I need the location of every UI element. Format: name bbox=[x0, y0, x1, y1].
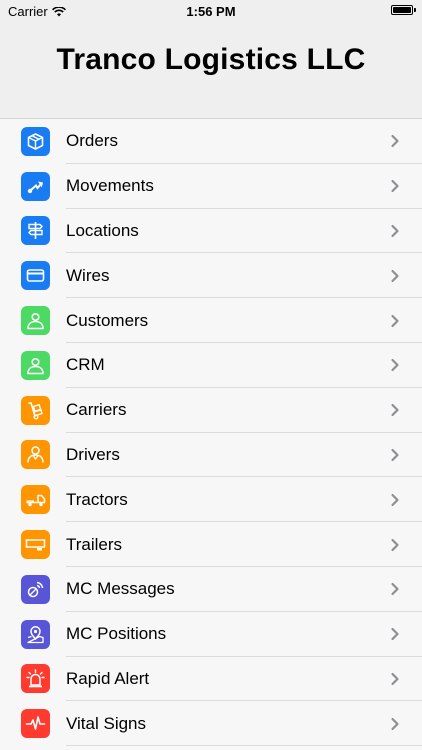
menu-item-label: Trailers bbox=[66, 534, 123, 554]
battery-indicator bbox=[391, 5, 416, 15]
menu-item-label: Movements bbox=[66, 176, 154, 196]
person-icon bbox=[21, 350, 50, 380]
menu-item-label: Vital Signs bbox=[66, 713, 147, 733]
chevron-right-icon bbox=[391, 180, 399, 193]
menu-item-label: Wires bbox=[66, 265, 110, 285]
menu-item-label: Customers bbox=[66, 310, 149, 330]
map-pin-icon bbox=[21, 619, 50, 649]
chevron-right-icon bbox=[391, 135, 399, 148]
menu-item-mc-positions[interactable]: MC Positions bbox=[0, 612, 422, 657]
truck-icon bbox=[21, 485, 50, 515]
chevron-right-icon bbox=[391, 628, 399, 641]
status-time: 1:56 PM bbox=[186, 4, 236, 19]
chevron-right-icon bbox=[391, 269, 399, 282]
menu-item-crm[interactable]: CRM bbox=[0, 343, 422, 388]
menu-item-movements[interactable]: Movements bbox=[0, 164, 422, 209]
satellite-icon bbox=[21, 574, 50, 604]
chevron-right-icon bbox=[391, 224, 399, 238]
menu-item-orders[interactable]: Orders bbox=[0, 119, 422, 164]
page-title: Tranco Logistics LLC bbox=[56, 43, 366, 76]
menu-item-label: MC Messages bbox=[66, 579, 175, 599]
menu-item-label: Drivers bbox=[66, 444, 120, 464]
menu-item-customers[interactable]: Customers bbox=[0, 298, 422, 343]
menu-item-label: Locations bbox=[66, 220, 139, 240]
chevron-right-icon bbox=[391, 404, 399, 417]
menu-item-trailers[interactable]: Trailers bbox=[0, 522, 422, 567]
chevron-right-icon bbox=[391, 717, 399, 730]
chevron-right-icon bbox=[391, 538, 399, 551]
status-bar: Carrier 1:56 PM bbox=[0, 0, 422, 22]
card-icon bbox=[21, 261, 50, 291]
menu-item-wires[interactable]: Wires bbox=[0, 253, 422, 298]
route-arrow-icon bbox=[21, 171, 50, 201]
header: Tranco Logistics LLC bbox=[0, 22, 422, 119]
person-icon bbox=[21, 306, 50, 336]
menu-item-label: MC Positions bbox=[66, 624, 167, 644]
menu-item-rapid-alert[interactable]: Rapid Alert bbox=[0, 657, 422, 702]
menu-item-drivers[interactable]: Drivers bbox=[0, 433, 422, 478]
menu-item-label: Orders bbox=[66, 131, 118, 151]
chevron-right-icon bbox=[391, 314, 399, 327]
package-icon bbox=[21, 126, 50, 156]
driver-icon bbox=[21, 440, 50, 470]
menu-item-tractors[interactable]: Tractors bbox=[0, 477, 422, 522]
menu-item-label: Carriers bbox=[66, 400, 127, 420]
trailer-icon bbox=[21, 530, 50, 560]
menu-item-carriers[interactable]: Carriers bbox=[0, 388, 422, 433]
menu-item-mc-messages[interactable]: MC Messages bbox=[0, 567, 422, 612]
heartbeat-icon bbox=[21, 709, 50, 739]
menu-item-label: Rapid Alert bbox=[66, 668, 150, 688]
menu-item-label: Tractors bbox=[66, 489, 128, 509]
chevron-right-icon bbox=[391, 448, 399, 462]
menu-item-label: CRM bbox=[66, 355, 105, 375]
chevron-right-icon bbox=[391, 493, 399, 506]
siren-icon bbox=[21, 664, 50, 694]
battery-icon bbox=[391, 5, 413, 15]
menu-item-locations[interactable]: Locations bbox=[0, 209, 422, 254]
menu-item-vital-signs[interactable]: Vital Signs bbox=[0, 701, 422, 746]
chevron-right-icon bbox=[391, 672, 399, 686]
main-menu: Orders Movements Locations Wires Customers CR… bbox=[0, 119, 422, 747]
chevron-right-icon bbox=[391, 359, 399, 372]
hand-truck-icon bbox=[21, 395, 50, 425]
chevron-right-icon bbox=[391, 583, 399, 596]
signpost-icon bbox=[21, 216, 50, 246]
